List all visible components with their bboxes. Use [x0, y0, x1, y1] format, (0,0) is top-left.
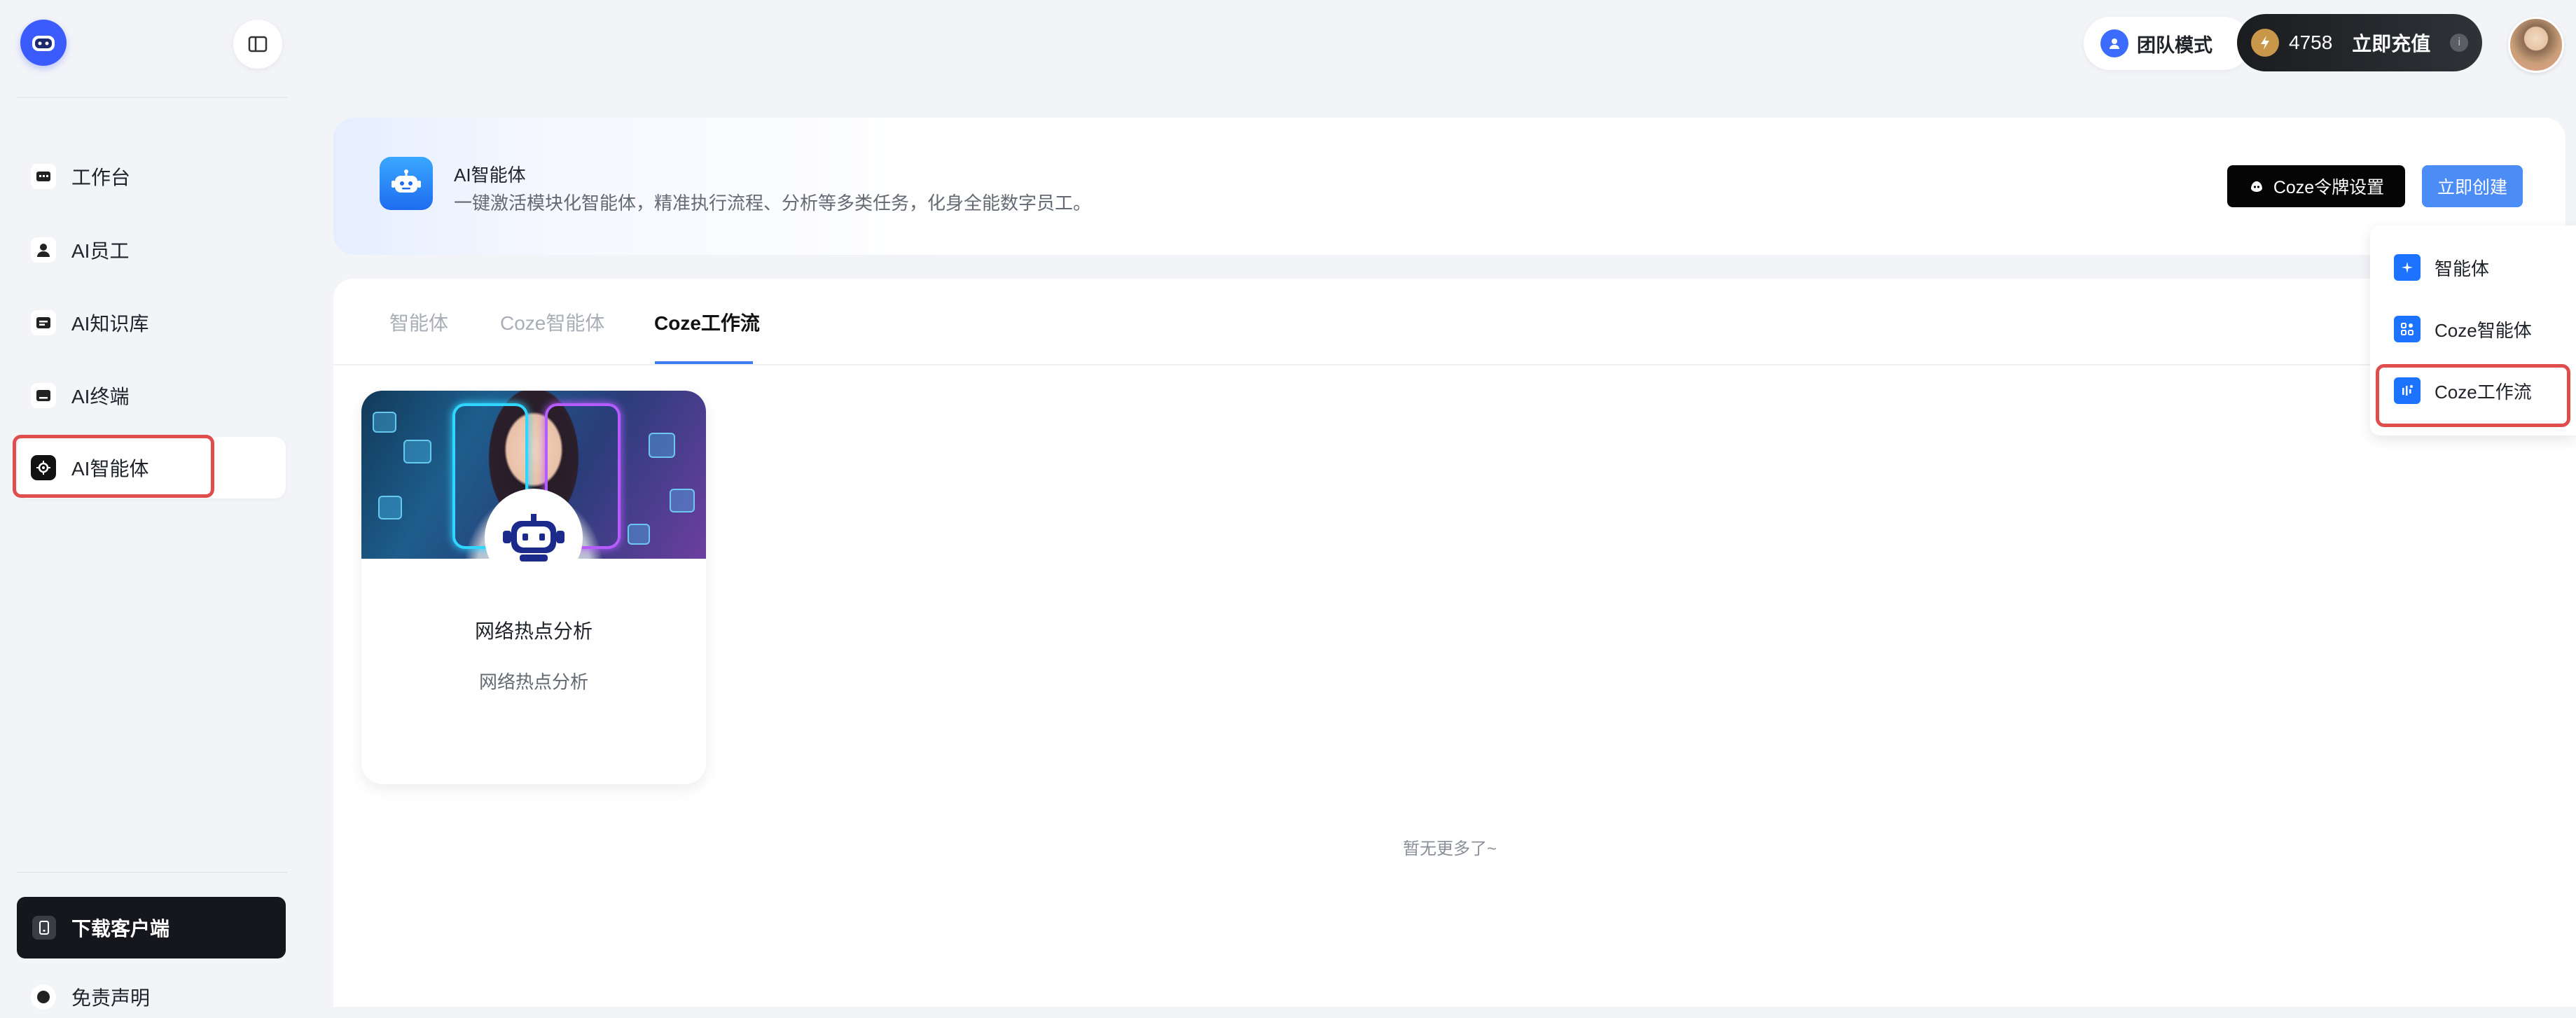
team-icon — [2100, 29, 2128, 57]
grid-icon — [2394, 316, 2421, 342]
sidebar-divider — [17, 97, 287, 98]
sidebar-item-label: AI知识库 — [71, 313, 149, 335]
tab-coze-agent[interactable]: Coze智能体 — [500, 308, 604, 336]
highlight-box-nav — [13, 435, 214, 498]
sidebar: 工作台 AI员工 AI知识库 AI终端 AI智能体 下载客户端 免责声明 — [0, 0, 317, 1010]
sidebar-item-label: AI终端 — [71, 386, 130, 407]
create-now-button[interactable]: 立即创建 — [2422, 165, 2523, 207]
robot-logo-icon — [32, 36, 55, 51]
terminal-icon — [31, 383, 56, 408]
dropdown-item-agent[interactable]: 智能体 — [2394, 253, 2489, 281]
page-description: 一键激活模块化智能体，精准执行流程、分析等多类任务，化身全能数字员工。 — [454, 193, 1092, 214]
end-of-list-text: 暂无更多了~ — [1402, 839, 1497, 858]
user-avatar[interactable] — [2508, 17, 2564, 73]
sidebar-item-label: 工作台 — [71, 167, 131, 188]
workbench-icon — [31, 164, 56, 189]
team-mode-button[interactable]: 团队模式 — [2084, 17, 2250, 70]
person-icon — [31, 237, 56, 263]
team-mode-label: 团队模式 — [2137, 34, 2213, 56]
workflow-card[interactable]: 网络热点分析 网络热点分析 — [361, 391, 706, 784]
recharge-button[interactable]: 立即充值 — [2352, 29, 2430, 57]
info-circle-icon — [31, 984, 56, 1010]
dropdown-item-label: 智能体 — [2435, 258, 2490, 279]
sidebar-item-workbench[interactable]: 工作台 — [17, 146, 286, 207]
sidebar-toggle-icon — [248, 36, 268, 53]
lightning-icon — [2251, 29, 2279, 57]
device-icon — [32, 916, 56, 940]
dropdown-item-label: Coze智能体 — [2435, 319, 2532, 341]
sparkle-icon — [2394, 254, 2421, 281]
sidebar-item-ai-staff[interactable]: AI员工 — [17, 219, 286, 281]
card-title: 网络热点分析 — [474, 620, 593, 642]
sidebar-item-knowledge-base[interactable]: AI知识库 — [17, 292, 286, 354]
download-client-label: 下载客户端 — [71, 918, 170, 940]
agent-badge-icon — [380, 157, 433, 210]
page-title: AI智能体 — [454, 165, 526, 186]
coze-token-settings-button[interactable]: Coze令牌设置 — [2227, 165, 2405, 207]
coze-token-settings-label: Coze令牌设置 — [2273, 178, 2385, 197]
disclaimer-link[interactable]: 免责声明 — [17, 976, 286, 1018]
sidebar-bottom-divider — [17, 872, 287, 873]
active-tab-indicator — [655, 361, 753, 364]
knowledge-icon — [31, 310, 56, 335]
sidebar-item-terminal[interactable]: AI终端 — [17, 365, 286, 426]
download-client-button[interactable]: 下载客户端 — [17, 897, 286, 958]
card-subtitle: 网络热点分析 — [478, 671, 588, 692]
sidebar-item-label: AI员工 — [71, 240, 130, 262]
dropdown-item-coze-agent[interactable]: Coze智能体 — [2394, 315, 2532, 343]
sidebar-collapse-button[interactable] — [233, 20, 282, 69]
highlight-box-dropdown — [2376, 364, 2570, 427]
credits-balance: 4758 — [2289, 32, 2333, 53]
credits-pill[interactable]: 4758 立即充值 i — [2237, 14, 2482, 71]
app-logo[interactable] — [20, 20, 67, 66]
tab-agent[interactable]: 智能体 — [389, 308, 448, 336]
info-icon[interactable]: i — [2450, 34, 2469, 52]
card-robot-icon — [485, 489, 583, 587]
tabs-divider — [333, 364, 2576, 365]
tab-coze-workflow[interactable]: Coze工作流 — [654, 308, 760, 336]
disclaimer-label: 免责声明 — [71, 987, 151, 1009]
coze-icon — [2250, 181, 2262, 192]
